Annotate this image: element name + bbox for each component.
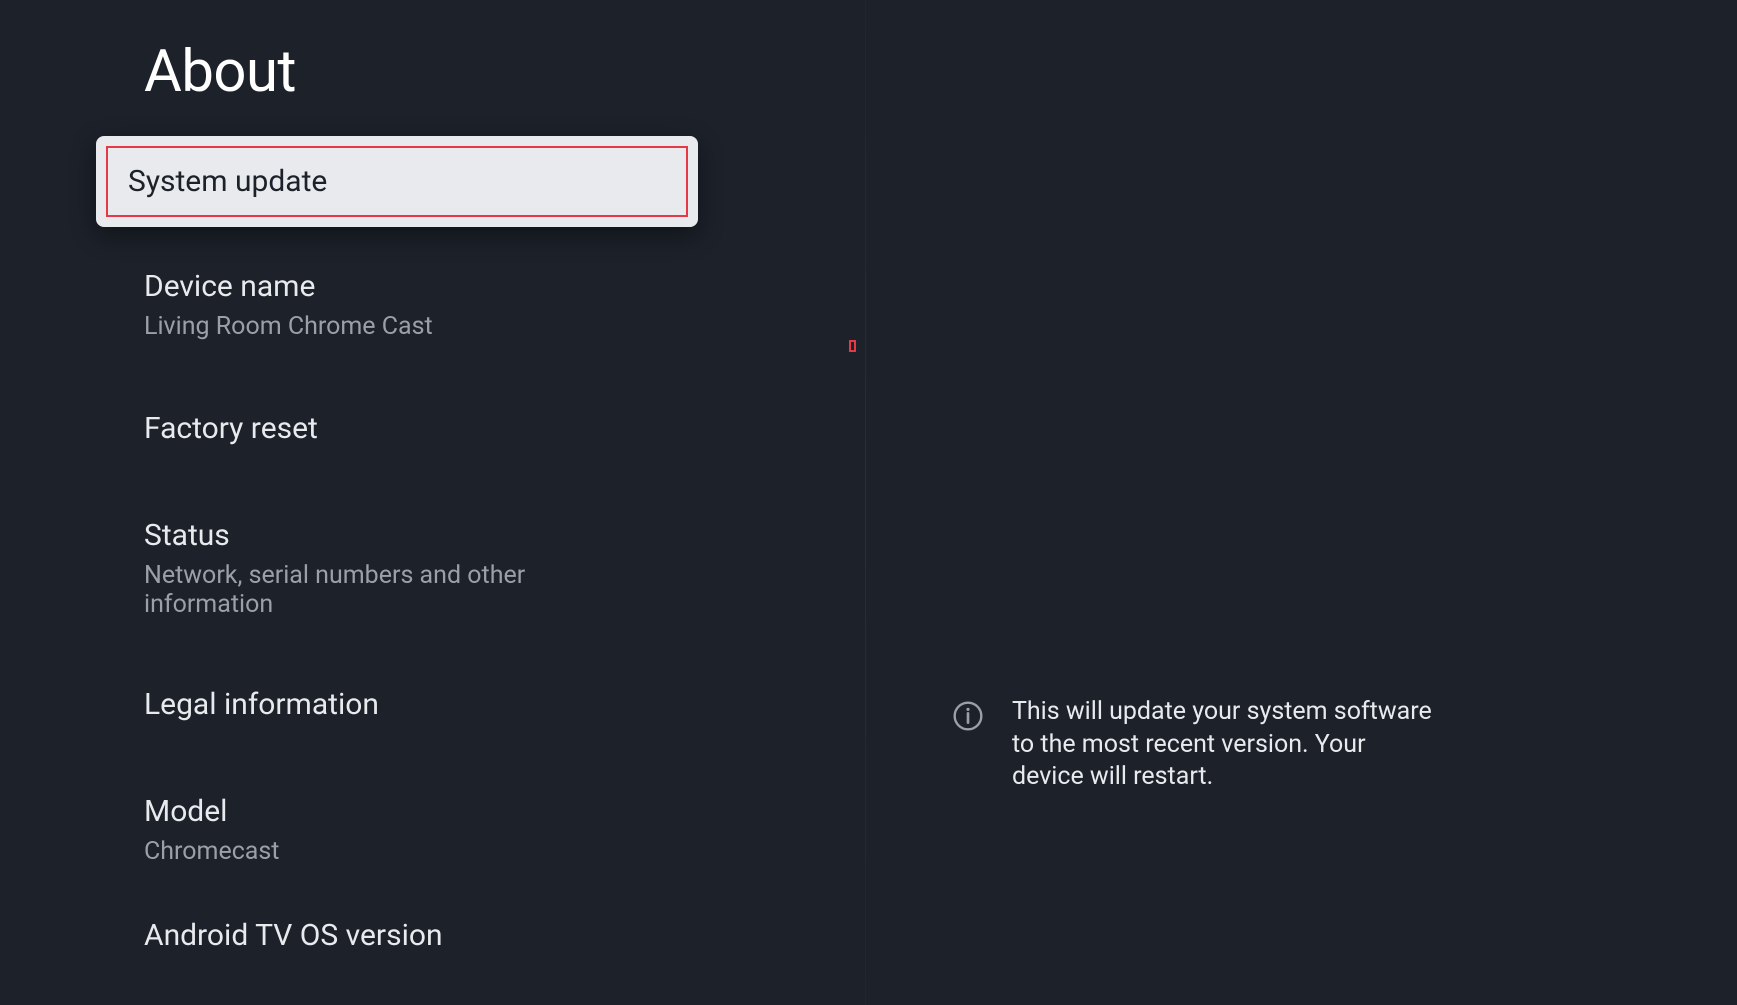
info-text: This will update your system software to… xyxy=(1012,696,1442,794)
info-icon xyxy=(952,700,984,732)
left-panel: About System update Device name Living R… xyxy=(0,0,865,1005)
menu-list: System update Device name Living Room Ch… xyxy=(96,136,698,953)
menu-item-subtitle: Network, serial numbers and other inform… xyxy=(144,561,650,619)
menu-item-legal-information[interactable]: Legal information xyxy=(96,687,698,722)
menu-item-device-name[interactable]: Device name Living Room Chrome Cast xyxy=(96,269,698,341)
vertical-divider xyxy=(865,0,866,1005)
menu-item-title: Android TV OS version xyxy=(144,918,650,953)
menu-item-title: Factory reset xyxy=(144,411,650,446)
menu-item-title: System update xyxy=(128,164,666,199)
menu-item-title: Model xyxy=(144,794,650,829)
menu-item-subtitle: Living Room Chrome Cast xyxy=(144,312,650,341)
menu-item-android-tv-os-version[interactable]: Android TV OS version xyxy=(96,918,698,953)
menu-item-status[interactable]: Status Network, serial numbers and other… xyxy=(96,518,698,619)
menu-item-factory-reset[interactable]: Factory reset xyxy=(96,411,698,446)
page-title: About xyxy=(144,38,296,106)
menu-item-subtitle: Chromecast xyxy=(144,837,650,866)
menu-item-model[interactable]: Model Chromecast xyxy=(96,794,698,866)
menu-item-title: Legal information xyxy=(144,687,650,722)
red-marker xyxy=(849,340,856,352)
menu-item-title: Status xyxy=(144,518,650,553)
menu-item-title: Device name xyxy=(144,269,650,304)
menu-item-system-update[interactable]: System update xyxy=(96,136,698,227)
info-panel: This will update your system software to… xyxy=(952,696,1442,794)
